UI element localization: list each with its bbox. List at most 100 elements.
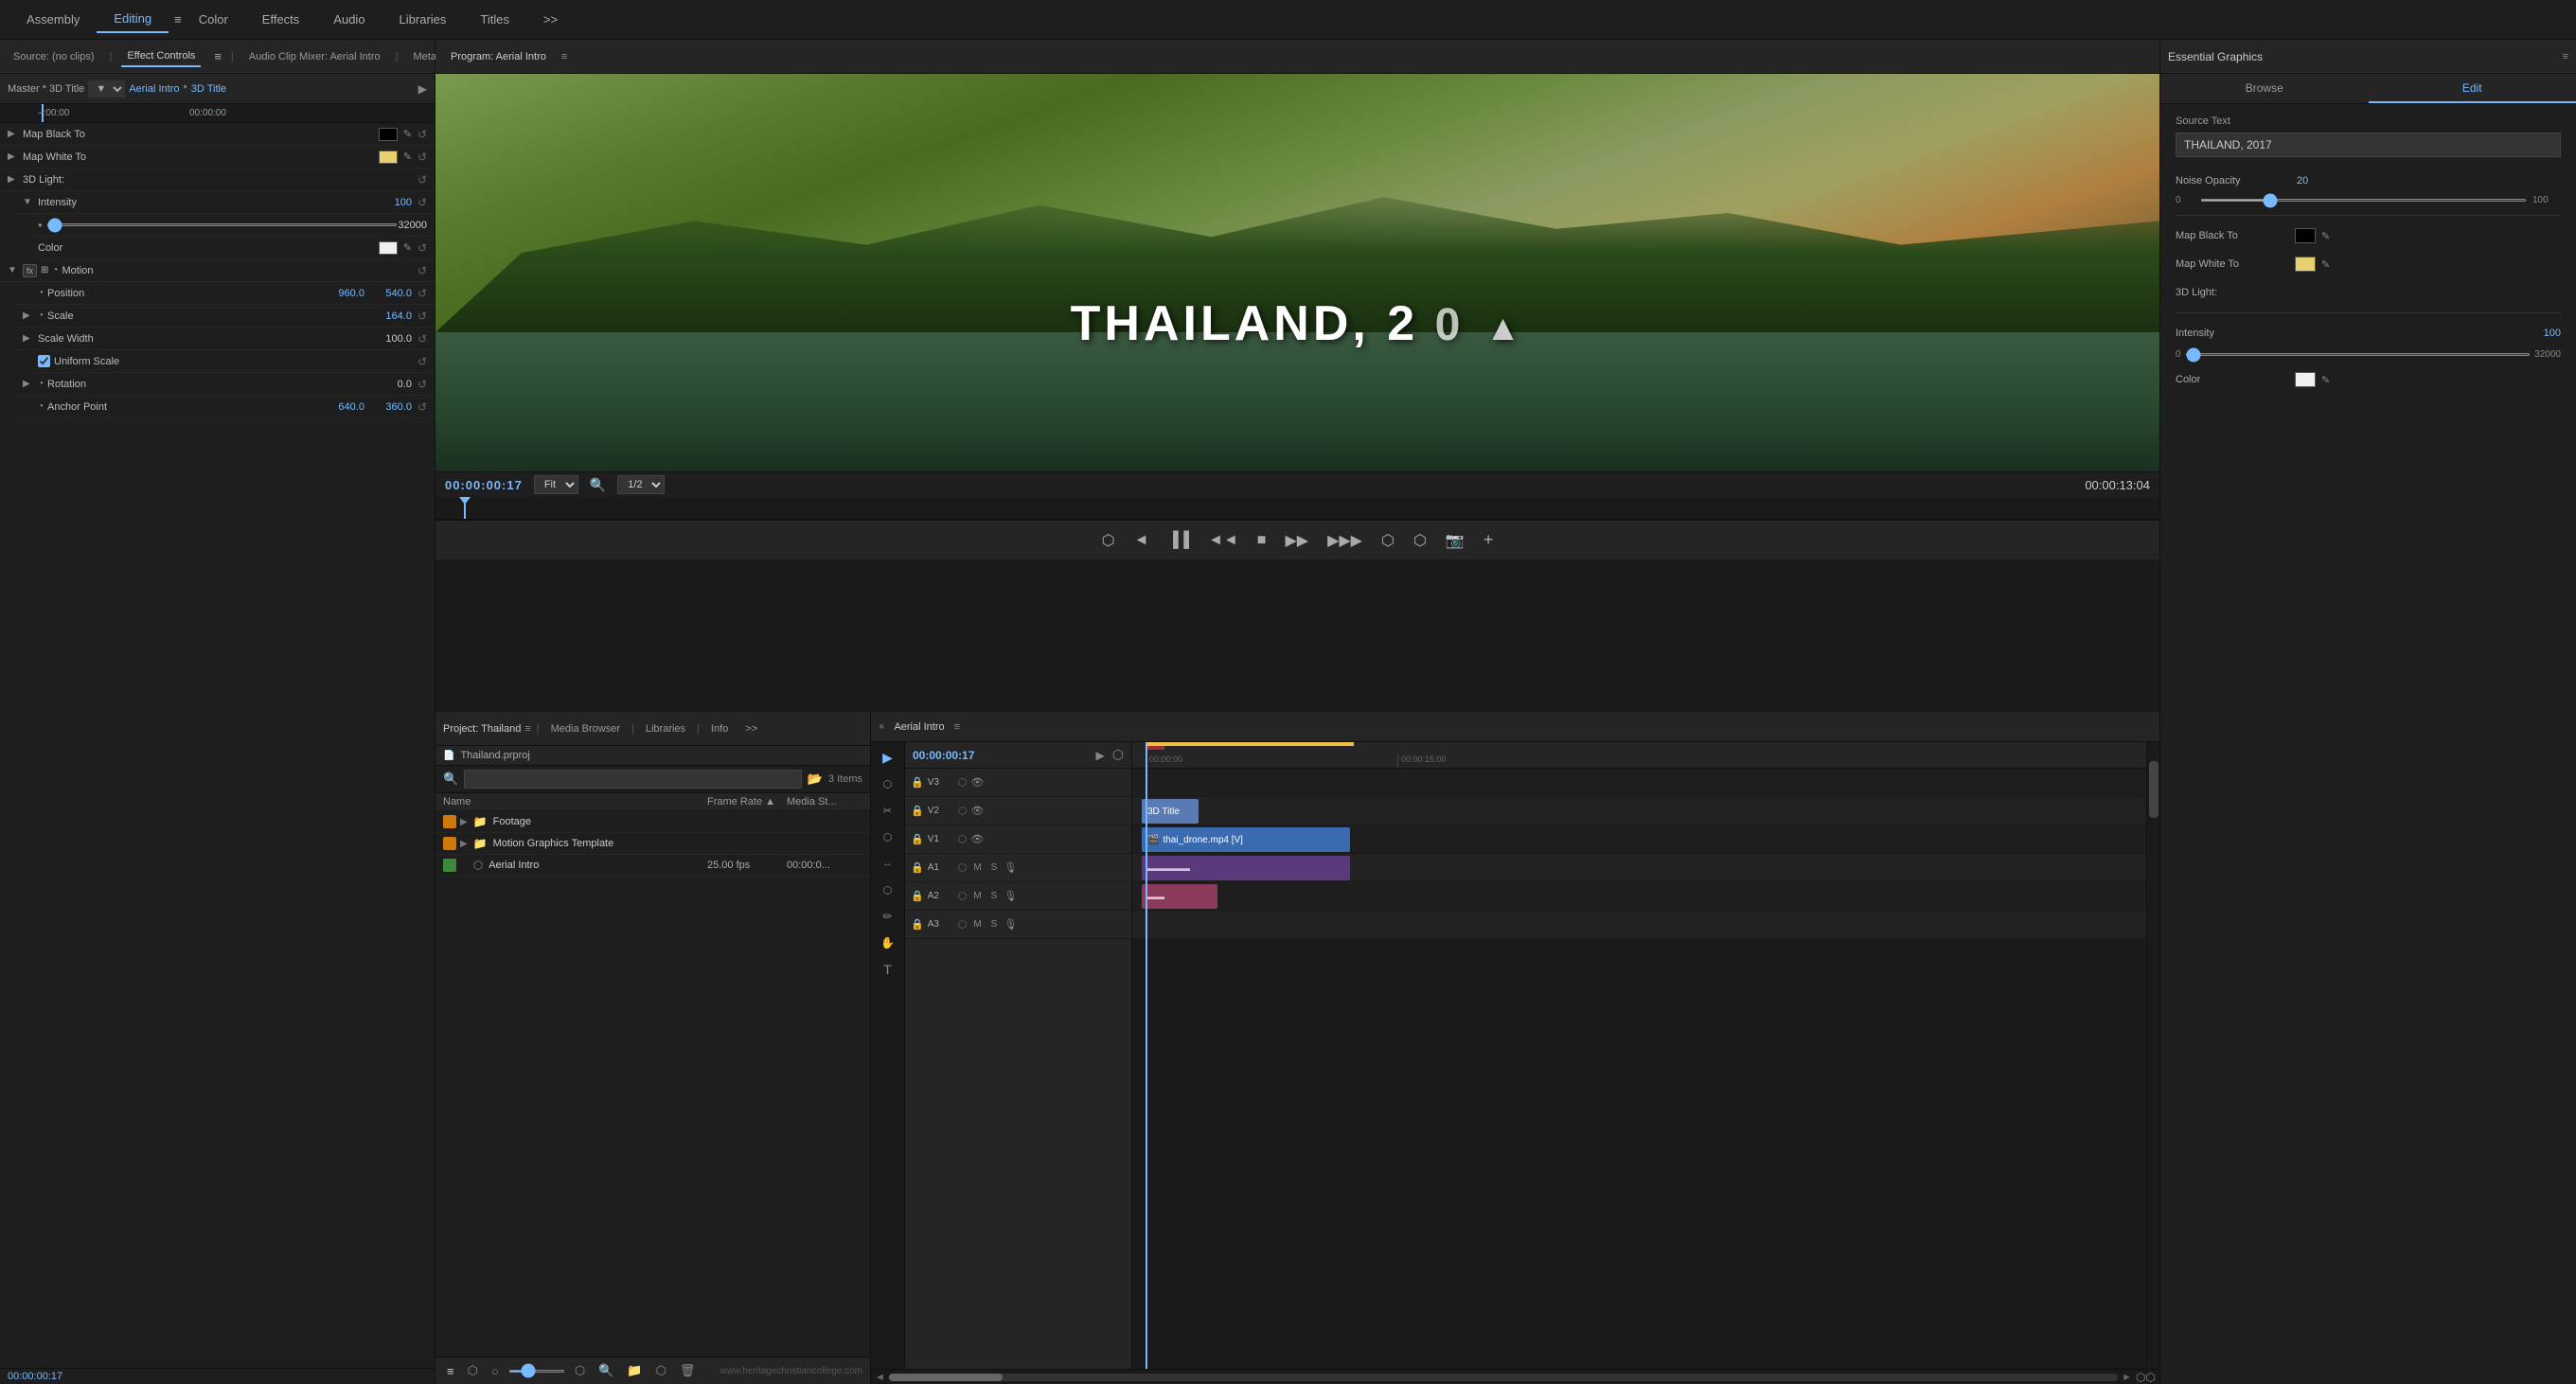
eyedropper-black[interactable]: ✎ — [403, 128, 412, 140]
reset-uniform-scale[interactable]: ↺ — [417, 355, 427, 368]
reset-motion[interactable]: ↺ — [417, 264, 427, 277]
reset-map-black[interactable]: ↺ — [417, 128, 427, 141]
intensity-slider[interactable] — [46, 223, 399, 226]
ec-3d-title-link[interactable]: 3D Title — [191, 83, 226, 95]
tool-razor[interactable]: ↔ — [875, 852, 901, 875]
timeline-menu[interactable]: ≡ — [954, 721, 960, 733]
tool-type[interactable]: T — [875, 958, 901, 981]
tab-libraries-proj[interactable]: Libraries — [640, 719, 691, 738]
monitor-btn-step-fwd[interactable]: ▶▶ — [1279, 527, 1314, 554]
reset-3d-light[interactable]: ↺ — [417, 173, 427, 186]
view-delete-btn[interactable]: 🗑 — [676, 1361, 700, 1380]
reset-position[interactable]: ↺ — [417, 287, 427, 300]
ec-aerial-link[interactable]: Aerial Intro — [129, 83, 179, 95]
track-lane-a1[interactable]: ▬▬▬▬▬ — [1132, 854, 2146, 882]
eye-v1[interactable]: 👁 — [970, 833, 984, 845]
eg-intensity-value[interactable]: 100 — [2544, 328, 2561, 339]
search-input[interactable] — [464, 770, 802, 789]
timeline-fit-btn[interactable]: ⬡⬡ — [2136, 1371, 2156, 1384]
clip-icon-v3[interactable]: ⬡ — [958, 776, 968, 789]
tab-more-proj[interactable]: >> — [739, 719, 763, 738]
clip-drone-video[interactable]: 🎬 thai_drone.mp4 [V] — [1142, 827, 1350, 852]
reset-intensity[interactable]: ↺ — [417, 196, 427, 209]
monitor-btn-play-fwd[interactable]: ▶▶▶ — [1322, 527, 1368, 554]
nav-item-assembly[interactable]: Assembly — [9, 7, 97, 32]
eg-color-swatch[interactable] — [2295, 372, 2316, 387]
eyedropper-white[interactable]: ✎ — [403, 151, 412, 163]
tab-effect-controls[interactable]: Effect Controls — [121, 46, 201, 67]
expand-motion[interactable]: ▼ — [8, 265, 19, 275]
item-expand-mgt[interactable]: ▶ — [460, 839, 468, 849]
ec-forward-btn[interactable]: ▶ — [418, 82, 427, 96]
monitor-btn-mark-in[interactable]: ◄ — [1128, 528, 1155, 553]
color-swatch-white[interactable] — [379, 151, 398, 164]
nav-item-effects[interactable]: Effects — [245, 7, 317, 32]
reset-color[interactable]: ↺ — [417, 241, 427, 255]
track-lane-a3[interactable] — [1132, 911, 2146, 939]
lock-v1[interactable]: 🔒 — [911, 833, 924, 845]
project-item-aerial[interactable]: ▶ ⬡ Aerial Intro 25.00 fps 00:00:0... — [435, 855, 870, 877]
eg-tab-browse[interactable]: Browse — [2160, 74, 2369, 103]
timeline-content-area[interactable]: 00:00:00 00:00:15:00 — [1132, 742, 2146, 1369]
mic-a1[interactable]: 🎙 — [1004, 861, 1017, 874]
eg-intensity-slider[interactable] — [2185, 353, 2532, 356]
monitor-btn-add[interactable]: + — [1478, 526, 1500, 554]
monitor-btn-shuttle[interactable]: ⬡ — [1096, 527, 1121, 554]
item-expand-footage[interactable]: ▶ — [460, 817, 468, 827]
program-video-area[interactable]: THAILAND, 2 0 ▲ — [435, 74, 2159, 471]
lock-v3[interactable]: 🔒 — [911, 776, 924, 789]
lock-a2[interactable]: 🔒 — [911, 890, 924, 902]
solo-a1[interactable]: S — [988, 861, 1001, 874]
timeline-scroll-thumb[interactable] — [889, 1374, 1003, 1381]
clip-3d-title[interactable]: 3D Title — [1142, 799, 1199, 824]
timeline-close-btn[interactable]: × — [879, 721, 884, 733]
eg-noise-opacity-slider[interactable] — [2200, 199, 2527, 202]
tool-rolling[interactable]: ✂ — [875, 799, 901, 822]
eg-noise-opacity-value[interactable]: 20 — [2297, 175, 2308, 186]
lock-a1[interactable]: 🔒 — [911, 861, 924, 874]
view-icon2-btn[interactable]: ⬡ — [571, 1361, 589, 1380]
mute-a2[interactable]: M — [970, 890, 984, 902]
nav-item-color[interactable]: Color — [182, 7, 245, 32]
clip-icon-v2[interactable]: ⬡ — [958, 805, 968, 817]
timeline-horizontal-scrollbar[interactable]: ◄ ► ⬡⬡ — [871, 1369, 2159, 1384]
program-monitor-menu[interactable]: ≡ — [554, 47, 575, 66]
prop-value-anchor-y[interactable]: 360.0 — [364, 401, 412, 413]
reset-scale[interactable]: ↺ — [417, 310, 427, 323]
monitor-btn-screenshot[interactable]: 📷 — [1440, 527, 1470, 554]
timeline-scroll-track[interactable] — [889, 1374, 2118, 1381]
tab-source[interactable]: Source: (no clips) — [8, 47, 100, 66]
expand-intensity[interactable]: ▼ — [23, 197, 34, 207]
project-menu-icon[interactable]: ≡ — [524, 723, 530, 735]
prop-value-position-x[interactable]: 960.0 — [317, 288, 364, 299]
eg-map-black-swatch[interactable] — [2295, 228, 2316, 243]
prop-value-scale[interactable]: 164.0 — [364, 311, 412, 322]
tab-audio-clip-mixer[interactable]: Audio Clip Mixer: Aerial Intro — [243, 47, 386, 66]
clip-icon-a1[interactable]: ⬡ — [958, 861, 968, 874]
tool-ripple[interactable]: ⬡ — [875, 772, 901, 795]
timeline-scroll-left[interactable]: ◄ — [875, 1372, 885, 1383]
nav-more[interactable]: >> — [526, 7, 575, 32]
monitor-zoom-icon[interactable]: 🔍 — [590, 477, 606, 493]
reset-anchor[interactable]: ↺ — [417, 400, 427, 414]
clip-icon-a3[interactable]: ⬡ — [958, 918, 968, 931]
view-export-btn[interactable]: ⬡ — [652, 1361, 670, 1380]
eg-map-white-swatch[interactable] — [2295, 257, 2316, 272]
timeline-play-btn[interactable]: ▶ — [1096, 749, 1105, 762]
view-search-btn[interactable]: 🔍 — [595, 1361, 617, 1380]
monitor-current-timecode[interactable]: 00:00:00:17 — [445, 478, 523, 492]
eyedropper-color[interactable]: ✎ — [403, 241, 412, 254]
track-lane-v1[interactable]: 🎬 thai_drone.mp4 [V] — [1132, 825, 2146, 854]
timeline-scroll-right[interactable]: ► — [2122, 1372, 2132, 1383]
eye-v3[interactable]: 👁 — [970, 776, 984, 789]
view-icon-btn[interactable]: ⬡ — [464, 1361, 482, 1380]
monitor-btn-stop[interactable]: ■ — [1252, 528, 1272, 553]
tab-menu-icon-ec[interactable]: ≡ — [214, 49, 222, 63]
reset-map-white[interactable]: ↺ — [417, 151, 427, 164]
nav-item-editing[interactable]: Editing — [97, 6, 169, 33]
eg-color-eyedropper[interactable]: ✎ — [2321, 374, 2330, 386]
mute-a3[interactable]: M — [970, 918, 984, 931]
tab-info[interactable]: Info — [705, 719, 734, 738]
eg-source-text-input[interactable] — [2176, 133, 2561, 157]
eg-map-white-eyedropper[interactable]: ✎ — [2321, 258, 2330, 271]
